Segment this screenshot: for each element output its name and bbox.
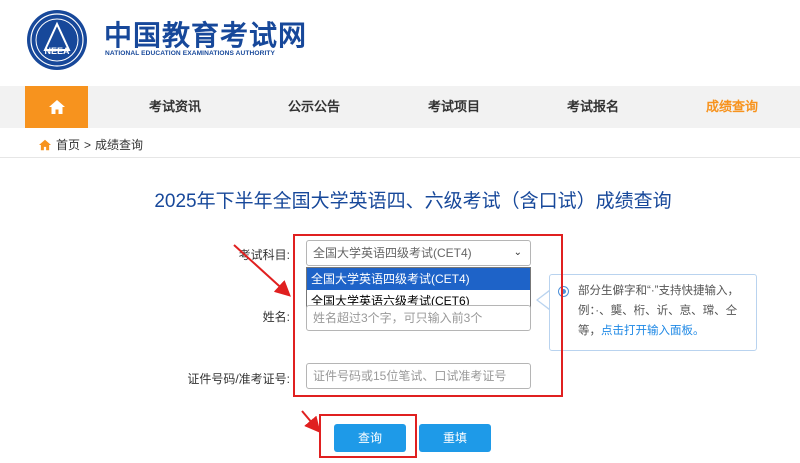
breadcrumb: 首页 > 成绩查询	[38, 136, 143, 153]
page-title: 2025年下半年全国大学英语四、六级考试（含口试）成绩查询	[154, 191, 672, 212]
main-nav: 考试资讯 公示公告 考试项目 考试报名 成绩查询	[0, 86, 800, 128]
nav-item-score-query[interactable]: 成绩查询	[672, 86, 792, 128]
reset-button[interactable]: 重填	[419, 424, 491, 452]
home-icon	[39, 139, 51, 150]
nav-item-exam-news[interactable]: 考试资讯	[115, 86, 235, 128]
nav-item-announcements[interactable]: 公示公告	[254, 86, 374, 128]
nav-home-button[interactable]	[25, 86, 88, 128]
query-button-highlight-box	[319, 414, 417, 458]
logo-text: NEEA	[44, 46, 70, 56]
open-input-panel-link[interactable]: 点击打开输入面板。	[601, 325, 705, 337]
nav-item-registration[interactable]: 考试报名	[533, 86, 653, 128]
id-label: 证件号码/准考证号:	[187, 372, 290, 386]
input-help-tooltip: 部分生僻字和“·”支持快捷输入，例：·、龑、桁、䜣、恴、瑺、仝等，点击打开输入面…	[549, 274, 757, 351]
brand-title-en: NATIONAL EDUCATION EXAMINATIONS AUTHORIT…	[105, 50, 276, 57]
subject-label: 考试科目:	[238, 248, 290, 262]
home-icon	[48, 100, 65, 114]
neea-logo-icon[interactable]: NEEA	[25, 8, 89, 72]
breadcrumb-separator: >	[84, 137, 92, 152]
form-highlight-box	[293, 234, 563, 397]
brand-title-cn[interactable]: 中国教育考试网	[104, 14, 307, 54]
breadcrumb-current: 成绩查询	[95, 138, 144, 152]
arrow-to-query-button	[301, 410, 321, 434]
breadcrumb-home[interactable]: 首页	[56, 136, 80, 153]
site-header: NEEA 中国教育考试网 NATIONAL EDUCATION EXAMINAT…	[0, 0, 800, 84]
nav-item-exam-projects[interactable]: 考试项目	[394, 86, 514, 128]
divider	[0, 157, 800, 158]
name-label: 姓名:	[262, 310, 290, 324]
